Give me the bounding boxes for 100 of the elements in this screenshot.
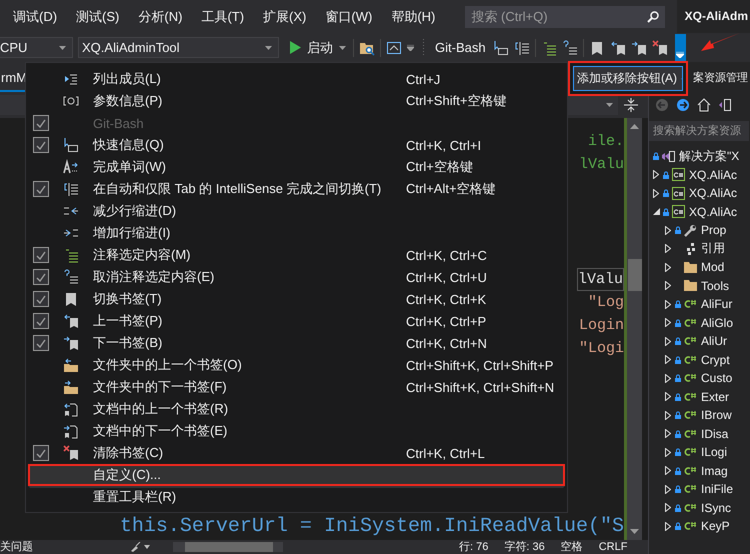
- scrollbar[interactable]: [624, 118, 642, 540]
- menu-bar-item[interactable]: 测试(S): [69, 8, 126, 26]
- tree-item[interactable]: Custo: [701, 371, 732, 386]
- tree-item[interactable]: IDisa: [701, 426, 728, 441]
- checkbox[interactable]: [33, 313, 49, 329]
- menu-item[interactable]: 下一书签(B) Ctrl+K, Ctrl+N: [28, 332, 565, 354]
- menu-item[interactable]: 增加行缩进(I): [28, 222, 565, 244]
- tree-item[interactable]: AliUr: [701, 334, 727, 348]
- tree-item[interactable]: Crypt: [701, 352, 730, 367]
- expand-arrow-icon[interactable]: [665, 374, 671, 383]
- expand-arrow-icon[interactable]: [665, 281, 671, 290]
- platform-dropdown[interactable]: CPU: [0, 37, 73, 58]
- menu-bar-item[interactable]: 调试(D): [6, 8, 64, 26]
- menu-item[interactable]: 注释选定内容(M) Ctrl+K, Ctrl+C: [28, 244, 565, 266]
- menu-item[interactable]: 列出成员(L) Ctrl+J: [28, 68, 565, 90]
- menu-bar-item[interactable]: 帮助(H): [384, 8, 442, 26]
- tree-item[interactable]: XQ.AliAc: [689, 204, 738, 219]
- search-icon[interactable]: [641, 6, 666, 28]
- menu-item[interactable]: 文件夹中的下一书签(F) Ctrl+Shift+K, Ctrl+Shift+N: [28, 376, 565, 398]
- bookmark-cross-icon[interactable]: [652, 40, 668, 56]
- split-icon[interactable]: [624, 98, 638, 112]
- bookmark-arrow-icon[interactable]: [610, 40, 626, 56]
- tree-item[interactable]: Tools: [701, 278, 730, 293]
- search-field[interactable]: 搜索解决方案资源: [649, 121, 749, 141]
- expand-arrow-icon[interactable]: [665, 226, 671, 235]
- tree-item[interactable]: XQ.AliAc: [689, 186, 738, 200]
- expand-arrow-icon[interactable]: [665, 522, 671, 531]
- scroll-down-icon[interactable]: [630, 529, 639, 534]
- checkbox[interactable]: [33, 247, 49, 263]
- start-button[interactable]: 启动: [288, 36, 348, 58]
- forward-icon[interactable]: [676, 98, 690, 112]
- scroll-up-icon[interactable]: [630, 124, 639, 129]
- home-icon[interactable]: [697, 98, 711, 112]
- tree-item[interactable]: Exter: [701, 390, 730, 404]
- expand-arrow-icon[interactable]: [665, 484, 671, 494]
- menu-item[interactable]: 快速信息(Q) Ctrl+K, Ctrl+I: [28, 134, 565, 156]
- expand-arrow-icon[interactable]: [653, 188, 659, 198]
- menu-item[interactable]: 清除书签(C) Ctrl+K, Ctrl+L: [28, 442, 565, 464]
- scrollbar-thumb[interactable]: [628, 259, 642, 291]
- expand-arrow-icon[interactable]: [665, 244, 671, 254]
- search-field[interactable]: 搜索 (Ctrl+Q): [465, 6, 642, 28]
- toolbar-options-button[interactable]: [674, 34, 686, 61]
- checkbox[interactable]: [33, 445, 49, 461]
- menu-item[interactable]: 文档中的下一个书签(E): [28, 420, 565, 442]
- collapse-arrow-icon[interactable]: [653, 208, 660, 216]
- expand-arrow-icon[interactable]: [665, 300, 671, 309]
- tree-item[interactable]: Mod: [701, 260, 724, 274]
- tree-item[interactable]: ILogi: [701, 445, 728, 460]
- tree-item[interactable]: KeyP: [701, 519, 730, 534]
- menu-item[interactable]: 完成单词(W) Ctrl+空格键: [28, 156, 565, 178]
- bookmark-arrow-icon[interactable]: [630, 40, 647, 56]
- horizontal-scrollbar[interactable]: [173, 542, 283, 552]
- menu-item[interactable]: 自定义(C)...: [28, 464, 565, 486]
- tree-item[interactable]: 解决方案"X: [679, 148, 740, 165]
- expand-arrow-icon[interactable]: [665, 466, 671, 476]
- menu-item[interactable]: 上一书签(P) Ctrl+K, Ctrl+P: [28, 310, 565, 332]
- expand-arrow-icon[interactable]: [665, 355, 671, 364]
- project-dropdown[interactable]: XQ.AliAdminTool: [78, 37, 279, 58]
- menu-bar-item[interactable]: 分析(N): [131, 8, 190, 26]
- git-bash-button[interactable]: Git-Bash: [433, 36, 488, 58]
- tree-item[interactable]: IBrow: [701, 408, 732, 422]
- indent-mode[interactable]: 空格: [560, 540, 583, 554]
- menu-bar-item[interactable]: 工具(T): [194, 8, 252, 26]
- menu-item[interactable]: 参数信息(P) Ctrl+Shift+空格键: [28, 90, 565, 112]
- checkbox[interactable]: [33, 181, 49, 197]
- menu-item[interactable]: 重置工具栏(R): [28, 486, 565, 508]
- question-lines-icon[interactable]: [562, 40, 578, 56]
- menu-item[interactable]: 文件夹中的上一个书签(O) Ctrl+Shift+K, Ctrl+Shift+P: [28, 354, 565, 376]
- tree-item[interactable]: ISync: [701, 500, 732, 515]
- menu-item[interactable]: 减少行缩进(D): [28, 200, 565, 222]
- expand-arrow-icon[interactable]: [665, 336, 671, 346]
- checkbox[interactable]: [33, 269, 49, 285]
- menu-bar-item[interactable]: 扩展(X): [256, 8, 314, 26]
- checkbox[interactable]: [33, 291, 49, 307]
- tree-item[interactable]: XQ.AliAc: [689, 168, 738, 182]
- window-icon[interactable]: [386, 40, 402, 56]
- checkbox[interactable]: [33, 137, 49, 153]
- expand-arrow-icon[interactable]: [665, 262, 671, 272]
- expand-arrow-icon[interactable]: [665, 503, 671, 512]
- menu-item[interactable]: 在自动和仅限 Tab 的 IntelliSense 完成之间切换(T) Ctrl+Alt+空格键: [28, 178, 565, 200]
- tree-item[interactable]: Imag: [701, 464, 728, 478]
- menu-item[interactable]: 文档中的上一个书签(R): [28, 398, 565, 420]
- expand-arrow-icon[interactable]: [665, 448, 671, 457]
- menu-item[interactable]: 取消注释选定内容(E) Ctrl+K, Ctrl+U: [28, 266, 565, 288]
- expand-arrow-icon[interactable]: [665, 410, 671, 420]
- tree-item[interactable]: 引用: [701, 240, 725, 258]
- menu-item[interactable]: 切换书签(T) Ctrl+K, Ctrl+K: [28, 288, 565, 310]
- tree-item[interactable]: AliGlo: [701, 316, 734, 330]
- brush-icon[interactable]: [129, 542, 151, 552]
- add-remove-buttons-item[interactable]: 添加或移除按钮(A): [573, 66, 683, 91]
- expand-arrow-icon[interactable]: [653, 170, 659, 180]
- expand-arrow-icon[interactable]: [665, 429, 671, 438]
- list-bracket-icon[interactable]: [514, 40, 530, 56]
- menu-bar-item[interactable]: 窗口(W): [318, 8, 380, 26]
- line-ending[interactable]: CRLF: [598, 540, 628, 554]
- tree-item[interactable]: IniFile: [701, 482, 734, 496]
- switch-view-icon[interactable]: [718, 98, 732, 112]
- checkbox[interactable]: [33, 335, 49, 351]
- expand-arrow-icon[interactable]: [665, 392, 671, 402]
- tree-item[interactable]: Prop: [701, 223, 726, 238]
